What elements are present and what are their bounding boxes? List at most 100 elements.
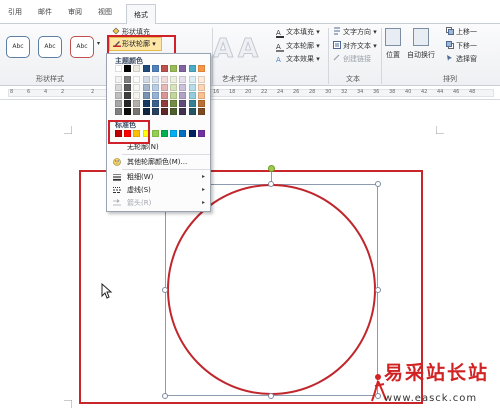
theme-color-swatch[interactable] [124,84,132,91]
resize-handle-top-right[interactable] [375,181,381,187]
theme-color-swatch[interactable] [188,92,196,99]
theme-color-swatch[interactable] [133,100,141,107]
standard-color-swatch[interactable] [151,130,159,137]
resize-handle-bottom-left[interactable] [162,393,168,399]
tab-mailings[interactable]: 邮件 [38,7,52,17]
theme-color-swatch[interactable] [124,65,132,72]
text-outline-button[interactable]: A 文本轮廓 ▾ [276,41,320,52]
shape-style-more-icon[interactable]: ▾ [97,40,100,47]
theme-color-swatch[interactable] [124,92,132,99]
theme-color-swatch[interactable] [188,108,196,115]
text-direction-button[interactable]: 文字方向 ▾ [333,27,377,37]
theme-color-swatch[interactable] [115,65,122,72]
tab-view[interactable]: 视图 [98,7,112,17]
standard-color-swatch[interactable] [188,130,196,137]
horizontal-ruler[interactable]: 8 6 4 2 2 16 18 20 22 24 26 28 30 32 34 … [0,86,500,100]
theme-color-swatch[interactable] [161,76,168,83]
theme-color-swatch[interactable] [170,76,178,83]
theme-color-swatch[interactable] [188,65,196,72]
tab-format[interactable]: 格式 [126,4,156,25]
theme-color-swatch[interactable] [142,108,150,115]
theme-color-swatch[interactable] [197,65,205,72]
arrows-item[interactable]: 箭头(R) ▸ [111,197,209,209]
circle-shape[interactable] [167,184,376,395]
theme-color-swatch[interactable] [179,108,187,115]
theme-color-swatch[interactable] [170,92,178,99]
theme-color-swatch[interactable] [133,108,141,115]
theme-color-swatch[interactable] [197,108,205,115]
theme-color-swatch[interactable] [197,92,205,99]
rotation-handle[interactable] [268,165,275,172]
resize-handle-left[interactable] [162,287,168,293]
theme-color-swatch[interactable] [179,100,187,107]
theme-color-swatch[interactable] [133,92,141,99]
theme-color-swatch[interactable] [115,100,122,107]
theme-color-swatch[interactable] [151,65,159,72]
theme-color-swatch[interactable] [188,100,196,107]
dashes-item[interactable]: 虚线(S) ▸ [111,184,209,196]
theme-color-swatch[interactable] [115,108,122,115]
theme-color-swatch[interactable] [197,84,205,91]
resize-handle-bottom[interactable] [268,393,274,399]
theme-color-swatch[interactable] [151,76,159,83]
theme-color-swatch[interactable] [115,92,122,99]
theme-color-swatch[interactable] [142,76,150,83]
theme-color-swatch[interactable] [161,92,168,99]
resize-handle-top[interactable] [268,181,274,187]
text-effect-button[interactable]: A 文本效果 ▾ [276,54,320,65]
theme-color-swatch[interactable] [124,100,132,107]
theme-color-swatch[interactable] [142,84,150,91]
more-outline-colors-item[interactable]: 其他轮廓颜色(M)... [111,156,209,168]
shape-style-2[interactable]: Abc [38,36,62,58]
theme-color-swatch[interactable] [179,92,187,99]
theme-color-swatch[interactable] [188,84,196,91]
theme-color-swatch[interactable] [161,108,168,115]
standard-color-swatch[interactable] [197,130,205,137]
theme-color-swatch[interactable] [151,108,159,115]
text-fill-button[interactable]: A 文本填充 ▾ [276,27,320,38]
theme-color-swatch[interactable] [170,100,178,107]
theme-color-swatch[interactable] [170,65,178,72]
theme-color-swatch[interactable] [142,92,150,99]
weight-item[interactable]: 粗细(W) ▸ [111,171,209,183]
shape-style-3[interactable]: Abc [70,36,94,58]
align-text-button[interactable]: 对齐文本 ▾ [333,41,377,51]
theme-color-swatch[interactable] [133,84,141,91]
tab-references[interactable]: 引用 [8,7,22,17]
bring-forward-button[interactable]: 上移一 [446,27,477,37]
position-button[interactable]: 位置 [385,28,401,60]
theme-color-swatch[interactable] [151,100,159,107]
theme-color-swatch[interactable] [142,100,150,107]
theme-color-swatch[interactable] [179,76,187,83]
theme-color-swatch[interactable] [197,100,205,107]
standard-color-swatch[interactable] [170,130,178,137]
selection-pane-button[interactable]: 选择窗 [446,54,477,64]
theme-color-swatch[interactable] [179,65,187,72]
theme-color-swatch[interactable] [115,84,122,91]
create-link-button[interactable]: 创建链接 [333,54,371,64]
theme-color-swatch[interactable] [161,65,168,72]
standard-color-swatch[interactable] [161,130,168,137]
standard-color-swatch[interactable] [179,130,187,137]
theme-color-swatch[interactable] [124,108,132,115]
tab-review[interactable]: 审阅 [68,7,82,17]
theme-color-swatch[interactable] [188,76,196,83]
theme-color-swatch[interactable] [161,100,168,107]
shape-style-1[interactable]: Abc [6,36,30,58]
theme-color-swatch[interactable] [142,65,150,72]
theme-color-swatch[interactable] [179,84,187,91]
wordart-style-1[interactable]: A [212,34,233,65]
theme-color-swatch[interactable] [197,76,205,83]
theme-color-swatch[interactable] [133,76,141,83]
theme-color-swatch[interactable] [161,84,168,91]
send-backward-button[interactable]: 下移一 [446,41,477,51]
wrap-text-button[interactable]: 自动换行 [407,28,435,60]
theme-color-swatch[interactable] [170,84,178,91]
theme-color-swatch[interactable] [124,76,132,83]
theme-color-swatch[interactable] [151,92,159,99]
theme-color-swatch[interactable] [170,108,178,115]
theme-color-swatch[interactable] [133,65,141,72]
theme-color-swatch[interactable] [151,84,159,91]
resize-handle-right[interactable] [375,287,381,293]
theme-color-swatch[interactable] [115,76,122,83]
